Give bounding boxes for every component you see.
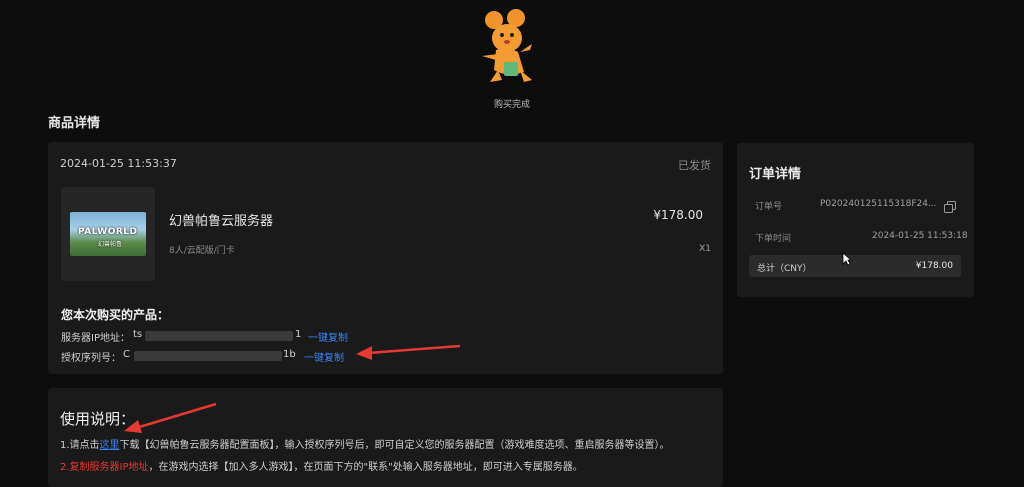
instruction-line-1: 1.请点击这里下载【幻兽帕鲁云服务器配置面板】，输入授权序列号后，即可自定义您的… [60,436,670,451]
mouse-cursor-icon [842,251,853,266]
total-value: ¥178.00 [915,261,953,271]
server-ip-highlight: 服务器IP地址 [89,462,149,473]
server-ip-prefix: ts [133,329,143,340]
product-spec: 8人/云配版/门卡 [169,246,235,256]
product-thumbnail-box[interactable]: PALWORLD 幻兽帕鲁 [61,187,155,281]
instructions-title: 使用说明： [60,410,136,428]
product-thumbnail: PALWORLD 幻兽帕鲁 [70,212,146,256]
section-title: 商品详情 [48,116,101,131]
license-prefix: C [123,349,130,360]
product-quantity: X1 [699,244,711,254]
thumbnail-subtitle: 幻兽帕鲁 [98,241,123,248]
copy-server-ip-button[interactable]: 一键复制 [308,329,348,344]
license-suffix: 1b [283,349,296,360]
license-masked [134,351,282,361]
order-number-label: 订单号 [755,202,783,212]
thumbnail-logo-text: PALWORLD [78,227,138,237]
purchased-products-heading: 您本次购买的产品： [61,308,170,322]
server-ip-masked [145,331,293,341]
order-status: 已发货 [678,159,711,172]
server-ip-suffix: 1 [295,329,302,340]
order-detail-title: 订单详情 [749,167,802,182]
product-price: ¥178.00 [653,208,703,222]
product-name[interactable]: 幻兽帕鲁云服务器 [169,210,273,229]
server-ip-label: 服务器IP地址： [61,333,130,344]
order-number-value: P020240125115318F24... [820,199,937,209]
order-time-label: 下单时间 [755,234,792,244]
mouse-mascot-icon [474,8,546,88]
total-row: 总计（CNY） ¥178.00 [749,255,961,277]
copy-icon[interactable] [944,198,956,213]
download-here-link[interactable]: 这里 [100,440,120,451]
license-label: 授权序列号： [61,353,121,364]
total-label: 总计（CNY） [757,264,812,274]
order-detail-card: 订单详情 订单号 P020240125115318F24... 下单时间 202… [737,143,974,297]
copy-license-button[interactable]: 一键复制 [304,349,344,364]
instruction-1-text: 下载【幻兽帕鲁云服务器配置面板】，输入授权序列号后，即可自定义您的服务器配置（游… [119,440,670,451]
order-time-value: 2024-01-25 11:53:18 [872,231,968,241]
instructions-card: 使用说明： 1.请点击这里下载【幻兽帕鲁云服务器配置面板】，输入授权序列号后，即… [48,388,723,487]
order-card: 2024-01-25 11:53:37 已发货 PALWORLD 幻兽帕鲁 幻兽… [48,142,723,374]
instruction-1-prefix: 1.请点击 [60,440,100,451]
instruction-2-text: ，在游戏内选择【加入多人游戏】，在页面下方的"联系"处输入服务器地址，即可进入专… [148,462,583,473]
instruction-2-prefix: 2.复制 [60,462,90,473]
purchase-success-text: 购买完成 [493,100,530,110]
instruction-line-2: 2.复制服务器IP地址，在游戏内选择【加入多人游戏】，在页面下方的"联系"处输入… [60,458,583,473]
order-time: 2024-01-25 11:53:37 [60,157,177,170]
